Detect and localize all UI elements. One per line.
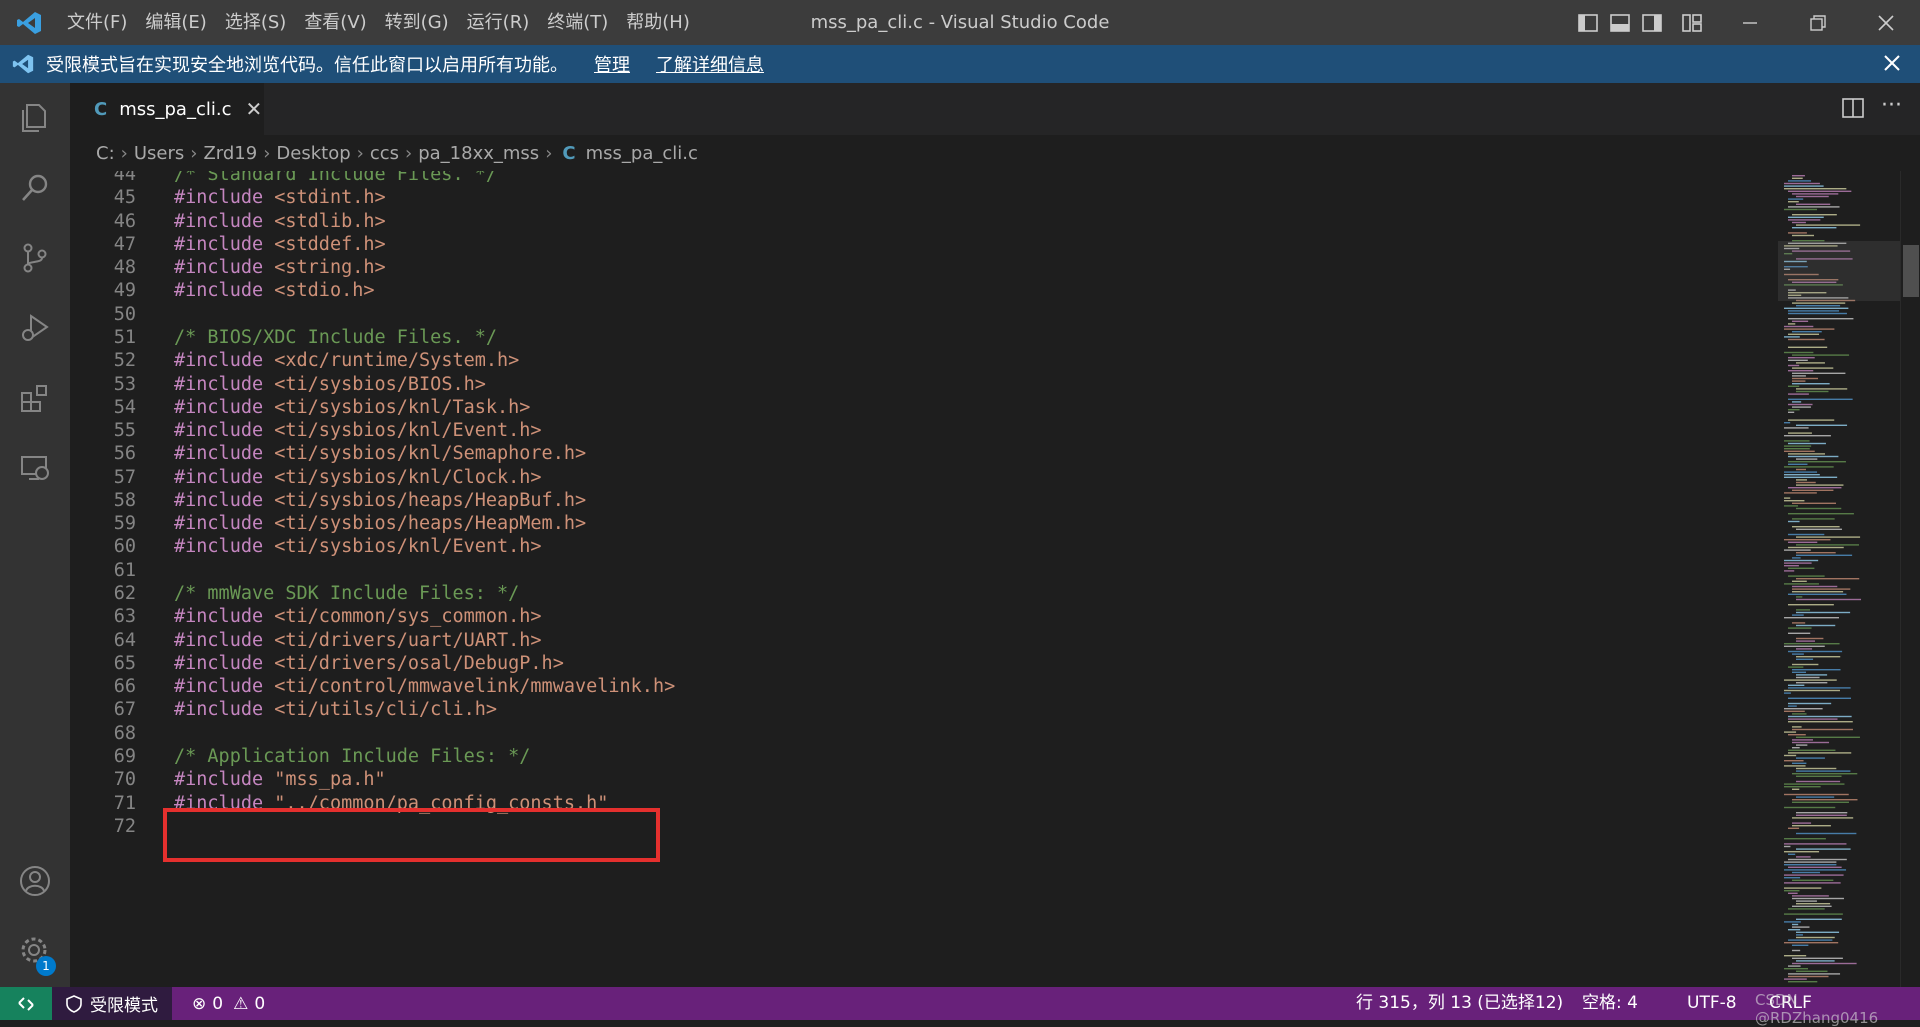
settings-badge: 1 <box>36 956 56 976</box>
cursor-position[interactable]: 行 315，列 13 (已选择12) <box>1356 987 1563 1020</box>
chevron-right-icon: › <box>545 142 553 164</box>
shield-icon <box>66 994 82 1013</box>
error-icon: ⊗ <box>192 993 207 1014</box>
highlight-box <box>163 808 660 862</box>
menu-item[interactable]: 帮助(H) <box>617 0 699 45</box>
restore-icon[interactable] <box>1784 0 1852 45</box>
split-editor-icon[interactable] <box>1842 97 1864 123</box>
remote-indicator-icon[interactable] <box>0 987 52 1020</box>
c-file-icon: C <box>562 142 576 164</box>
menu-item[interactable]: 编辑(E) <box>136 0 215 45</box>
restricted-mode-label: 受限模式 <box>90 996 158 1016</box>
watermark: CSDN @RDZhang0416 <box>1755 991 1879 1027</box>
search-icon[interactable] <box>0 153 70 223</box>
tab-mss-pa-cli[interactable]: C mss_pa_cli.c ✕ <box>70 83 264 135</box>
run-debug-icon[interactable] <box>0 293 70 363</box>
menu-bar: 文件(F) 编辑(E) 选择(S) 查看(V) 转到(G) 运行(R) 终端(T) 帮助(H) <box>58 0 699 45</box>
menu-item[interactable]: 选择(S) <box>216 0 295 45</box>
title-bar: 文件(F) 编辑(E) 选择(S) 查看(V) 转到(G) 运行(R) 终端(T) 帮助(H)… <box>0 0 1920 45</box>
indentation[interactable]: 空格: 4 <box>1582 987 1638 1020</box>
explorer-icon[interactable] <box>0 83 70 153</box>
customize-layout-icon[interactable] <box>1668 0 1716 45</box>
minimize-icon[interactable] <box>1716 0 1784 45</box>
close-window-icon[interactable] <box>1852 0 1920 45</box>
menu-item[interactable]: 查看(V) <box>295 0 375 45</box>
toggle-panel-icon[interactable] <box>1604 0 1636 45</box>
banner-message: 受限模式旨在实现安全地浏览代码。信任此窗口以启用所有功能。 <box>46 55 568 76</box>
toggle-primary-sidebar-icon[interactable] <box>1572 0 1604 45</box>
menu-item[interactable]: 终端(T) <box>538 0 617 45</box>
accounts-icon[interactable] <box>0 846 70 916</box>
restricted-mode-status[interactable]: 受限模式 <box>52 987 172 1020</box>
line-text: #include <stdio.h> <box>174 280 375 302</box>
line-text: #include <ti/utils/cli/cli.h> <box>174 699 498 721</box>
remote-explorer-icon[interactable] <box>0 433 70 503</box>
c-file-icon: C <box>94 98 108 120</box>
chevron-right-icon: › <box>190 142 198 164</box>
source-control-icon[interactable] <box>0 223 70 293</box>
problems-status[interactable]: ⊗ 0 ⚠ 0 <box>192 987 265 1020</box>
restricted-mode-banner: 受限模式旨在实现安全地浏览代码。信任此窗口以启用所有功能。 管理 了解详细信息 <box>0 45 1920 83</box>
breadcrumb-item[interactable]: Zrd19 <box>203 143 257 164</box>
tab-label: mss_pa_cli.c <box>119 98 232 120</box>
vscode-banner-icon <box>0 53 46 75</box>
close-banner-icon[interactable] <box>1882 53 1902 78</box>
line-text: #include <ti/sysbios/knl/Event.h> <box>174 536 542 558</box>
warning-icon: ⚠ <box>233 993 249 1014</box>
menu-item[interactable]: 文件(F) <box>58 0 136 45</box>
chevron-right-icon: › <box>405 142 413 164</box>
vscode-logo-icon <box>0 0 58 45</box>
scroll-thumb[interactable] <box>1903 245 1919 297</box>
editor-tabs: C mss_pa_cli.c ✕ ··· <box>70 83 1920 135</box>
manage-link[interactable]: 管理 <box>594 51 630 77</box>
close-tab-icon[interactable]: ✕ <box>245 97 262 121</box>
breadcrumb-file[interactable]: mss_pa_cli.c <box>586 143 698 164</box>
manage-gear-icon[interactable]: 1 <box>0 916 70 986</box>
more-actions-icon[interactable]: ··· <box>1881 93 1902 118</box>
toggle-secondary-sidebar-icon[interactable] <box>1636 0 1668 45</box>
error-count: 0 <box>212 993 224 1014</box>
menu-item[interactable]: 运行(R) <box>458 0 539 45</box>
line-number: 72 <box>113 815 136 837</box>
menu-item[interactable]: 转到(G) <box>376 0 458 45</box>
breadcrumb-item[interactable]: pa_18xx_mss <box>418 143 539 164</box>
breadcrumb-item[interactable]: Users <box>134 143 184 164</box>
breadcrumb-item[interactable]: ccs <box>370 143 399 164</box>
warning-count: 0 <box>254 993 266 1014</box>
chevron-right-icon: › <box>120 142 128 164</box>
chevron-right-icon: › <box>263 142 271 164</box>
minimap[interactable] <box>1778 171 1900 987</box>
chevron-right-icon: › <box>356 142 364 164</box>
breadcrumb: C: › Users › Zrd19 › Desktop › ccs › pa_18xx_mss › C… <box>70 135 1920 171</box>
extensions-icon[interactable] <box>0 363 70 433</box>
vertical-scrollbar[interactable] <box>1900 171 1920 987</box>
activity-bar: 1 <box>0 83 70 987</box>
code-editor[interactable]: 44/* Standard Include Files. */45 #includ… <box>70 171 1778 987</box>
breadcrumb-item[interactable]: C: <box>96 143 115 164</box>
breadcrumb-item[interactable]: Desktop <box>276 143 350 164</box>
status-bar: 受限模式 ⊗ 0 ⚠ 0 行 315，列 13 (已选择12) 空格: 4 UT… <box>0 987 1920 1020</box>
learn-more-link[interactable]: 了解详细信息 <box>656 51 764 77</box>
encoding[interactable]: UTF-8 <box>1687 987 1737 1020</box>
